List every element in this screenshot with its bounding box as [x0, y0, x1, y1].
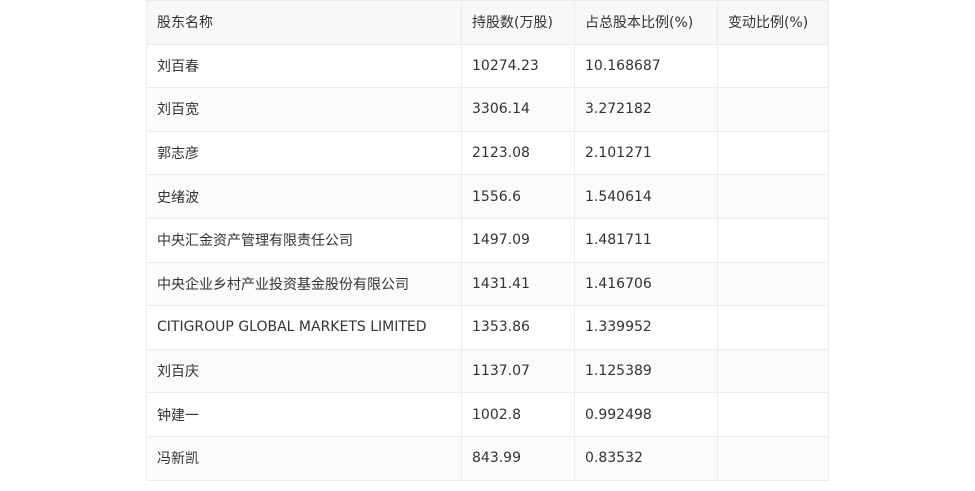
- cell-change-ratio: [717, 87, 829, 132]
- cell-share-ratio: 1.540614: [574, 174, 718, 219]
- table-header: 股东名称 持股数(万股) 占总股本比例(%) 变动比例(%): [146, 0, 829, 45]
- table-body: 刘百春 10274.23 10.168687 刘百宽 3306.14 3.272…: [146, 43, 829, 481]
- cell-share-ratio: 0.83532: [574, 435, 718, 481]
- cell-share-ratio: 3.272182: [574, 87, 718, 132]
- cell-share-ratio: 1.481711: [574, 217, 718, 263]
- cell-share-ratio: 1.125389: [574, 348, 718, 394]
- cell-shareholder-name: 钟建一: [146, 392, 462, 437]
- shareholder-table-container: 股东名称 持股数(万股) 占总股本比例(%) 变动比例(%) 刘百春 10274…: [146, 0, 829, 481]
- cell-share-ratio: 1.416706: [574, 261, 718, 307]
- cell-change-ratio: [717, 305, 829, 350]
- table-row: 冯新凯 843.99 0.83532: [146, 435, 829, 481]
- cell-shareholder-name: 刘百宽: [146, 87, 462, 132]
- cell-shareholder-name: 郭志彦: [146, 130, 462, 176]
- cell-change-ratio: [717, 174, 829, 219]
- cell-shares-held: 2123.08: [461, 130, 575, 176]
- header-row: 股东名称 持股数(万股) 占总股本比例(%) 变动比例(%): [146, 0, 829, 45]
- cell-change-ratio: [717, 435, 829, 481]
- header-shares-held: 持股数(万股): [461, 0, 575, 45]
- cell-shares-held: 1431.41: [461, 261, 575, 307]
- table-row: 刘百宽 3306.14 3.272182: [146, 87, 829, 132]
- table-row: 史绪波 1556.6 1.540614: [146, 174, 829, 219]
- cell-shares-held: 1556.6: [461, 174, 575, 219]
- header-share-ratio: 占总股本比例(%): [574, 0, 718, 45]
- cell-shares-held: 1137.07: [461, 348, 575, 394]
- table-row: 郭志彦 2123.08 2.101271: [146, 130, 829, 176]
- cell-change-ratio: [717, 392, 829, 437]
- cell-change-ratio: [717, 261, 829, 307]
- cell-change-ratio: [717, 130, 829, 176]
- cell-shareholder-name: 刘百春: [146, 43, 462, 89]
- cell-shareholder-name: CITIGROUP GLOBAL MARKETS LIMITED: [146, 305, 462, 350]
- header-change-ratio: 变动比例(%): [717, 0, 829, 45]
- cell-shareholder-name: 中央企业乡村产业投资基金股份有限公司: [146, 261, 462, 307]
- table-row: 中央企业乡村产业投资基金股份有限公司 1431.41 1.416706: [146, 261, 829, 307]
- table-row: 中央汇金资产管理有限责任公司 1497.09 1.481711: [146, 217, 829, 263]
- cell-share-ratio: 2.101271: [574, 130, 718, 176]
- table-row: 钟建一 1002.8 0.992498: [146, 392, 829, 437]
- cell-share-ratio: 1.339952: [574, 305, 718, 350]
- header-shareholder-name: 股东名称: [146, 0, 462, 45]
- cell-change-ratio: [717, 348, 829, 394]
- table-row: 刘百庆 1137.07 1.125389: [146, 348, 829, 394]
- cell-shareholder-name: 史绪波: [146, 174, 462, 219]
- cell-shareholder-name: 中央汇金资产管理有限责任公司: [146, 217, 462, 263]
- cell-change-ratio: [717, 43, 829, 89]
- shareholder-table: 股东名称 持股数(万股) 占总股本比例(%) 变动比例(%) 刘百春 10274…: [146, 0, 829, 481]
- cell-shares-held: 1497.09: [461, 217, 575, 263]
- cell-shareholder-name: 冯新凯: [146, 435, 462, 481]
- cell-shares-held: 843.99: [461, 435, 575, 481]
- cell-shares-held: 10274.23: [461, 43, 575, 89]
- cell-change-ratio: [717, 217, 829, 263]
- cell-shares-held: 3306.14: [461, 87, 575, 132]
- cell-shares-held: 1002.8: [461, 392, 575, 437]
- table-row: CITIGROUP GLOBAL MARKETS LIMITED 1353.86…: [146, 305, 829, 350]
- cell-shares-held: 1353.86: [461, 305, 575, 350]
- cell-share-ratio: 10.168687: [574, 43, 718, 89]
- table-row: 刘百春 10274.23 10.168687: [146, 43, 829, 89]
- cell-shareholder-name: 刘百庆: [146, 348, 462, 394]
- cell-share-ratio: 0.992498: [574, 392, 718, 437]
